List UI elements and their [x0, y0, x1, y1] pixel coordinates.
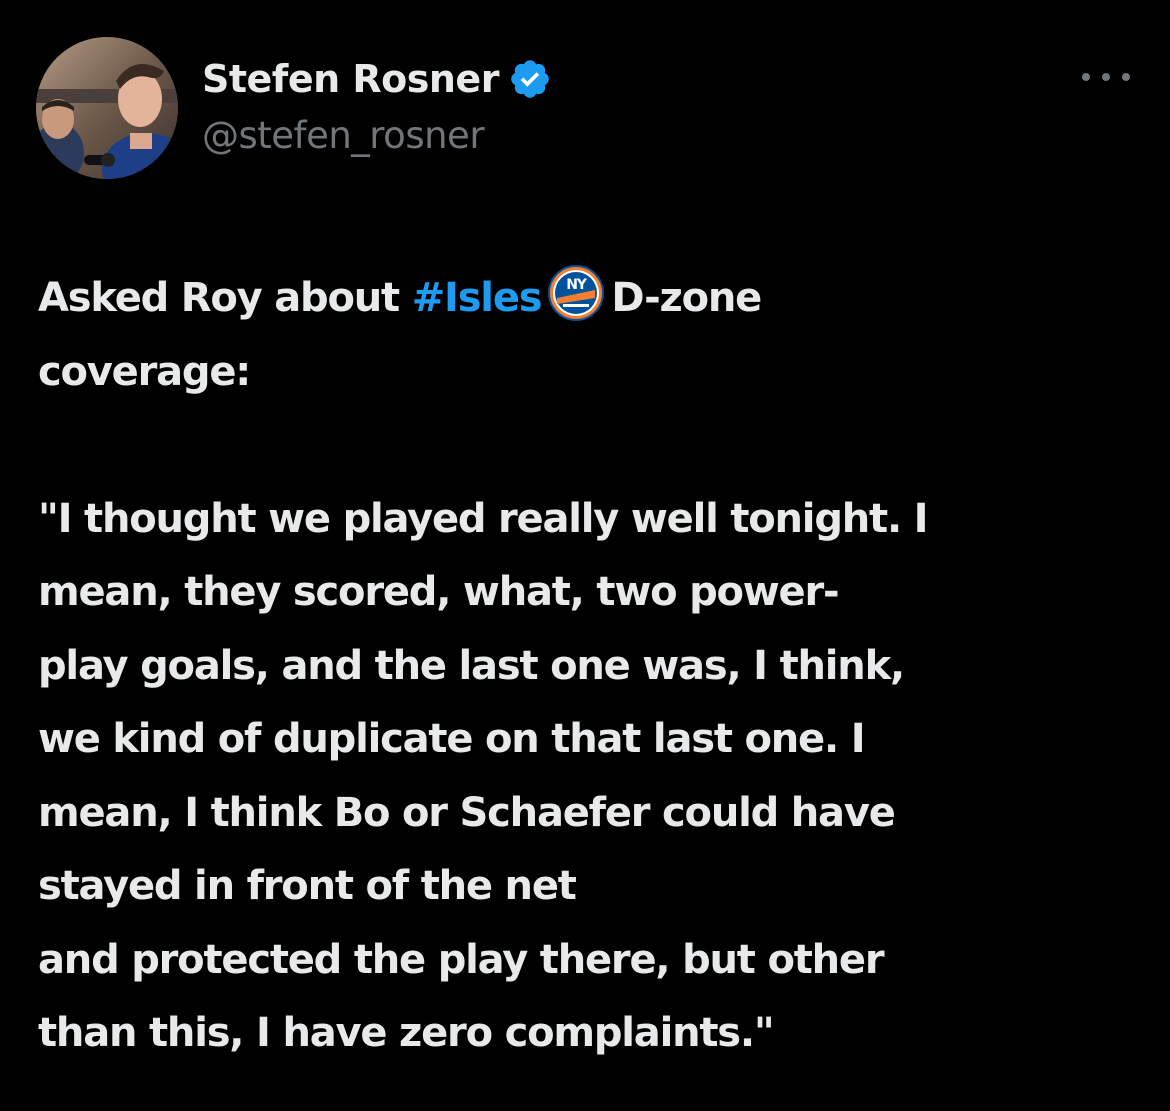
quote-line: stayed in front of the net [38, 863, 577, 909]
tweet-text-segment: D-zone [611, 275, 762, 321]
quote-line: play goals, and the last one was, I thin… [38, 642, 905, 689]
more-dot [1102, 73, 1110, 81]
more-dot [1122, 73, 1130, 81]
tweet-line: Asked Roy about #Isles NY D-zone [38, 262, 1138, 336]
quote-line: mean, they scored, what, two power- [38, 569, 840, 615]
quote-line: than this, I have zero complaints." [38, 1010, 775, 1056]
author-name-row: Stefen Rosner [202, 54, 552, 104]
verified-badge-icon [508, 57, 552, 101]
tweet-text-segment: Asked Roy about [38, 275, 412, 321]
tweet-text: Asked Roy about #Isles NY D-zone coverag… [38, 262, 1138, 1071]
quote-line: and protected the play there, but other [38, 936, 885, 983]
svg-text:NY: NY [567, 277, 589, 293]
quote-line: mean, I think Bo or Schaefer could have [38, 789, 896, 836]
more-options-icon[interactable] [1082, 62, 1130, 92]
tweet: Stefen Rosner @stefen_rosner Asked Roy a… [0, 0, 1170, 1111]
quote-line: we kind of duplicate on that last one. I [38, 716, 866, 762]
quote-line: "I thought we played really well tonight… [38, 495, 929, 542]
more-dot [1082, 73, 1090, 81]
ny-islanders-logo-icon: NY [547, 264, 605, 322]
hashtag-link[interactable]: #Isles [412, 275, 543, 321]
tweet-line: coverage: [38, 348, 251, 395]
avatar[interactable] [36, 37, 178, 179]
author-display-name[interactable]: Stefen Rosner [202, 57, 499, 101]
author-handle[interactable]: @stefen_rosner [202, 114, 485, 157]
